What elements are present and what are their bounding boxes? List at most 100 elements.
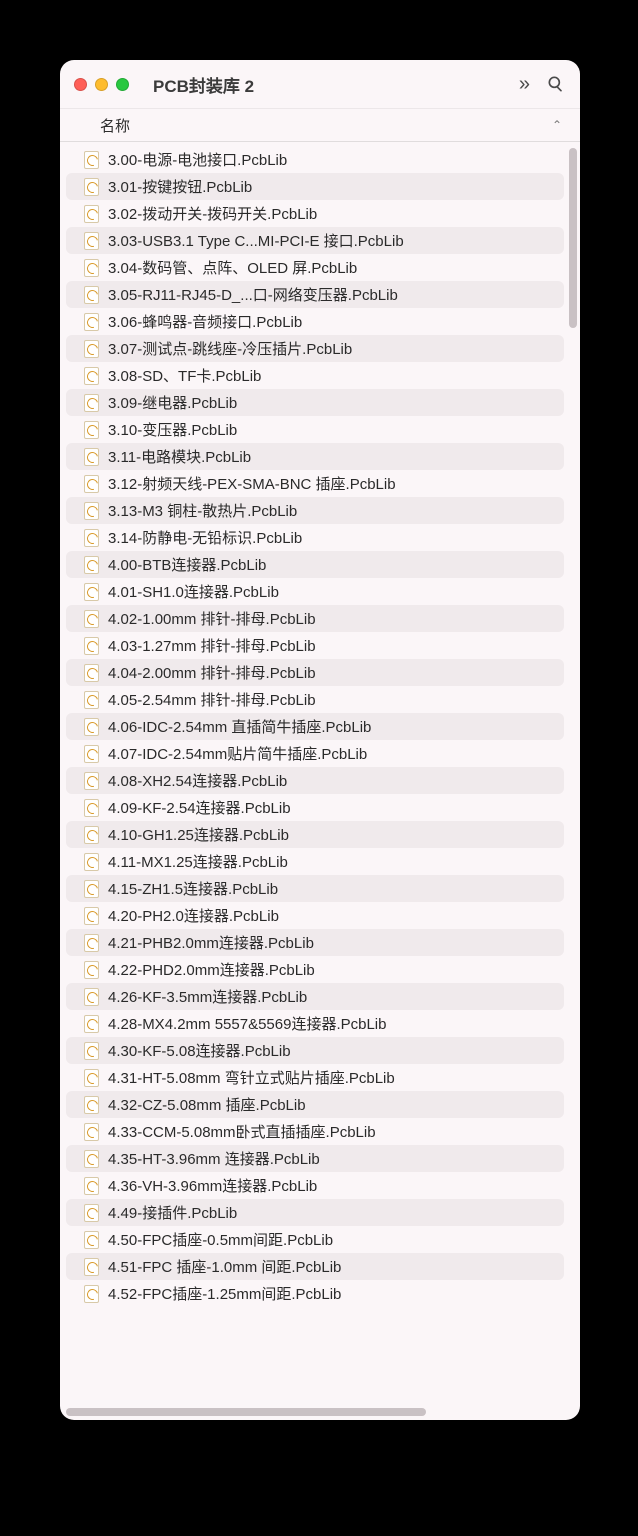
file-row[interactable]: 4.00-BTB连接器.PcbLib bbox=[66, 551, 564, 578]
file-row[interactable]: 4.05-2.54mm 排针-排母.PcbLib bbox=[66, 686, 564, 713]
overflow-button[interactable]: » bbox=[519, 73, 524, 96]
file-row[interactable]: 4.28-MX4.2mm 5557&5569连接器.PcbLib bbox=[66, 1010, 564, 1037]
file-icon bbox=[84, 1069, 99, 1087]
file-row[interactable]: 4.15-ZH1.5连接器.PcbLib bbox=[66, 875, 564, 902]
file-icon bbox=[84, 313, 99, 331]
file-icon bbox=[84, 1096, 99, 1114]
titlebar: PCB封装库 2 » bbox=[60, 60, 580, 108]
file-icon bbox=[84, 475, 99, 493]
file-row[interactable]: 4.08-XH2.54连接器.PcbLib bbox=[66, 767, 564, 794]
file-name: 4.02-1.00mm 排针-排母.PcbLib bbox=[108, 608, 316, 629]
file-row[interactable]: 4.11-MX1.25连接器.PcbLib bbox=[66, 848, 564, 875]
file-name: 3.00-电源-电池接口.PcbLib bbox=[108, 149, 287, 170]
file-row[interactable]: 4.01-SH1.0连接器.PcbLib bbox=[66, 578, 564, 605]
file-row[interactable]: 4.50-FPC插座-0.5mm间距.PcbLib bbox=[66, 1226, 564, 1253]
file-row[interactable]: 4.33-CCM-5.08mm卧式直插插座.PcbLib bbox=[66, 1118, 564, 1145]
file-row[interactable]: 4.02-1.00mm 排针-排母.PcbLib bbox=[66, 605, 564, 632]
horizontal-scrollbar[interactable] bbox=[66, 1408, 426, 1416]
file-name: 4.10-GH1.25连接器.PcbLib bbox=[108, 824, 289, 845]
file-icon bbox=[84, 151, 99, 169]
file-icon bbox=[84, 745, 99, 763]
file-row[interactable]: 4.09-KF-2.54连接器.PcbLib bbox=[66, 794, 564, 821]
file-row[interactable]: 4.49-接插件.PcbLib bbox=[66, 1199, 564, 1226]
file-row[interactable]: 3.09-继电器.PcbLib bbox=[66, 389, 564, 416]
file-row[interactable]: 3.03-USB3.1 Type C...MI-PCI-E 接口.PcbLib bbox=[66, 227, 564, 254]
file-row[interactable]: 3.07-测试点-跳线座-冷压插片.PcbLib bbox=[66, 335, 564, 362]
toolbar-right: » bbox=[519, 73, 566, 96]
file-row[interactable]: 3.14-防静电-无铅标识.PcbLib bbox=[66, 524, 564, 551]
file-row[interactable]: 3.00-电源-电池接口.PcbLib bbox=[66, 146, 564, 173]
file-icon bbox=[84, 853, 99, 871]
minimize-window-button[interactable] bbox=[95, 78, 108, 91]
file-name: 4.21-PHB2.0mm连接器.PcbLib bbox=[108, 932, 314, 953]
column-header-row: 名称 ⌃ bbox=[60, 108, 580, 142]
file-name: 3.04-数码管、点阵、OLED 屏.PcbLib bbox=[108, 257, 357, 278]
file-icon bbox=[84, 232, 99, 250]
file-row[interactable]: 4.20-PH2.0连接器.PcbLib bbox=[66, 902, 564, 929]
file-row[interactable]: 3.10-变压器.PcbLib bbox=[66, 416, 564, 443]
file-row[interactable]: 4.52-FPC插座-1.25mm间距.PcbLib bbox=[66, 1280, 564, 1307]
file-name: 4.30-KF-5.08连接器.PcbLib bbox=[108, 1040, 291, 1061]
file-row[interactable]: 4.21-PHB2.0mm连接器.PcbLib bbox=[66, 929, 564, 956]
file-icon bbox=[84, 907, 99, 925]
file-name: 3.01-按键按钮.PcbLib bbox=[108, 176, 252, 197]
file-icon bbox=[84, 1150, 99, 1168]
file-row[interactable]: 3.13-M3 铜柱-散热片.PcbLib bbox=[66, 497, 564, 524]
file-icon bbox=[84, 421, 99, 439]
file-icon bbox=[84, 1231, 99, 1249]
file-row[interactable]: 4.30-KF-5.08连接器.PcbLib bbox=[66, 1037, 564, 1064]
file-row[interactable]: 4.51-FPC 插座-1.0mm 间距.PcbLib bbox=[66, 1253, 564, 1280]
file-row[interactable]: 4.35-HT-3.96mm 连接器.PcbLib bbox=[66, 1145, 564, 1172]
zoom-window-button[interactable] bbox=[116, 78, 129, 91]
file-icon bbox=[84, 880, 99, 898]
close-window-button[interactable] bbox=[74, 78, 87, 91]
file-icon bbox=[84, 178, 99, 196]
file-name: 4.49-接插件.PcbLib bbox=[108, 1202, 237, 1223]
file-row[interactable]: 4.10-GH1.25连接器.PcbLib bbox=[66, 821, 564, 848]
file-icon bbox=[84, 988, 99, 1006]
file-icon bbox=[84, 691, 99, 709]
file-icon bbox=[84, 1204, 99, 1222]
file-row[interactable]: 4.04-2.00mm 排针-排母.PcbLib bbox=[66, 659, 564, 686]
file-row[interactable]: 3.12-射频天线-PEX-SMA-BNC 插座.PcbLib bbox=[66, 470, 564, 497]
file-row[interactable]: 3.04-数码管、点阵、OLED 屏.PcbLib bbox=[66, 254, 564, 281]
vertical-scrollbar[interactable] bbox=[569, 148, 577, 328]
file-row[interactable]: 3.06-蜂鸣器-音频接口.PcbLib bbox=[66, 308, 564, 335]
file-row[interactable]: 3.05-RJ11-RJ45-D_...口-网络变压器.PcbLib bbox=[66, 281, 564, 308]
file-icon bbox=[84, 259, 99, 277]
file-name: 4.31-HT-5.08mm 弯针立式贴片插座.PcbLib bbox=[108, 1067, 395, 1088]
file-icon bbox=[84, 1123, 99, 1141]
file-row[interactable]: 3.02-拨动开关-拨码开关.PcbLib bbox=[66, 200, 564, 227]
file-row[interactable]: 3.01-按键按钮.PcbLib bbox=[66, 173, 564, 200]
file-row[interactable]: 4.36-VH-3.96mm连接器.PcbLib bbox=[66, 1172, 564, 1199]
column-header-name[interactable]: 名称 bbox=[100, 115, 130, 136]
file-name: 4.28-MX4.2mm 5557&5569连接器.PcbLib bbox=[108, 1013, 386, 1034]
file-row[interactable]: 3.11-电路模块.PcbLib bbox=[66, 443, 564, 470]
file-name: 3.12-射频天线-PEX-SMA-BNC 插座.PcbLib bbox=[108, 473, 396, 494]
file-row[interactable]: 4.03-1.27mm 排针-排母.PcbLib bbox=[66, 632, 564, 659]
file-row[interactable]: 4.31-HT-5.08mm 弯针立式贴片插座.PcbLib bbox=[66, 1064, 564, 1091]
file-icon bbox=[84, 826, 99, 844]
file-icon bbox=[84, 772, 99, 790]
search-icon[interactable] bbox=[546, 74, 566, 94]
file-icon bbox=[84, 367, 99, 385]
file-icon bbox=[84, 610, 99, 628]
file-row[interactable]: 4.22-PHD2.0mm连接器.PcbLib bbox=[66, 956, 564, 983]
file-row[interactable]: 4.26-KF-3.5mm连接器.PcbLib bbox=[66, 983, 564, 1010]
file-icon bbox=[84, 583, 99, 601]
file-name: 3.14-防静电-无铅标识.PcbLib bbox=[108, 527, 302, 548]
file-name: 4.04-2.00mm 排针-排母.PcbLib bbox=[108, 662, 316, 683]
file-row[interactable]: 4.06-IDC-2.54mm 直插简牛插座.PcbLib bbox=[66, 713, 564, 740]
sort-indicator-icon[interactable]: ⌃ bbox=[552, 118, 562, 132]
file-name: 4.52-FPC插座-1.25mm间距.PcbLib bbox=[108, 1283, 341, 1304]
file-name: 4.08-XH2.54连接器.PcbLib bbox=[108, 770, 287, 791]
file-name: 4.51-FPC 插座-1.0mm 间距.PcbLib bbox=[108, 1256, 341, 1277]
file-name: 4.09-KF-2.54连接器.PcbLib bbox=[108, 797, 291, 818]
file-row[interactable]: 4.32-CZ-5.08mm 插座.PcbLib bbox=[66, 1091, 564, 1118]
file-row[interactable]: 4.07-IDC-2.54mm贴片简牛插座.PcbLib bbox=[66, 740, 564, 767]
traffic-lights bbox=[74, 78, 129, 91]
file-icon bbox=[84, 664, 99, 682]
file-row[interactable]: 3.08-SD、TF卡.PcbLib bbox=[66, 362, 564, 389]
file-name: 4.26-KF-3.5mm连接器.PcbLib bbox=[108, 986, 307, 1007]
file-name: 3.13-M3 铜柱-散热片.PcbLib bbox=[108, 500, 297, 521]
